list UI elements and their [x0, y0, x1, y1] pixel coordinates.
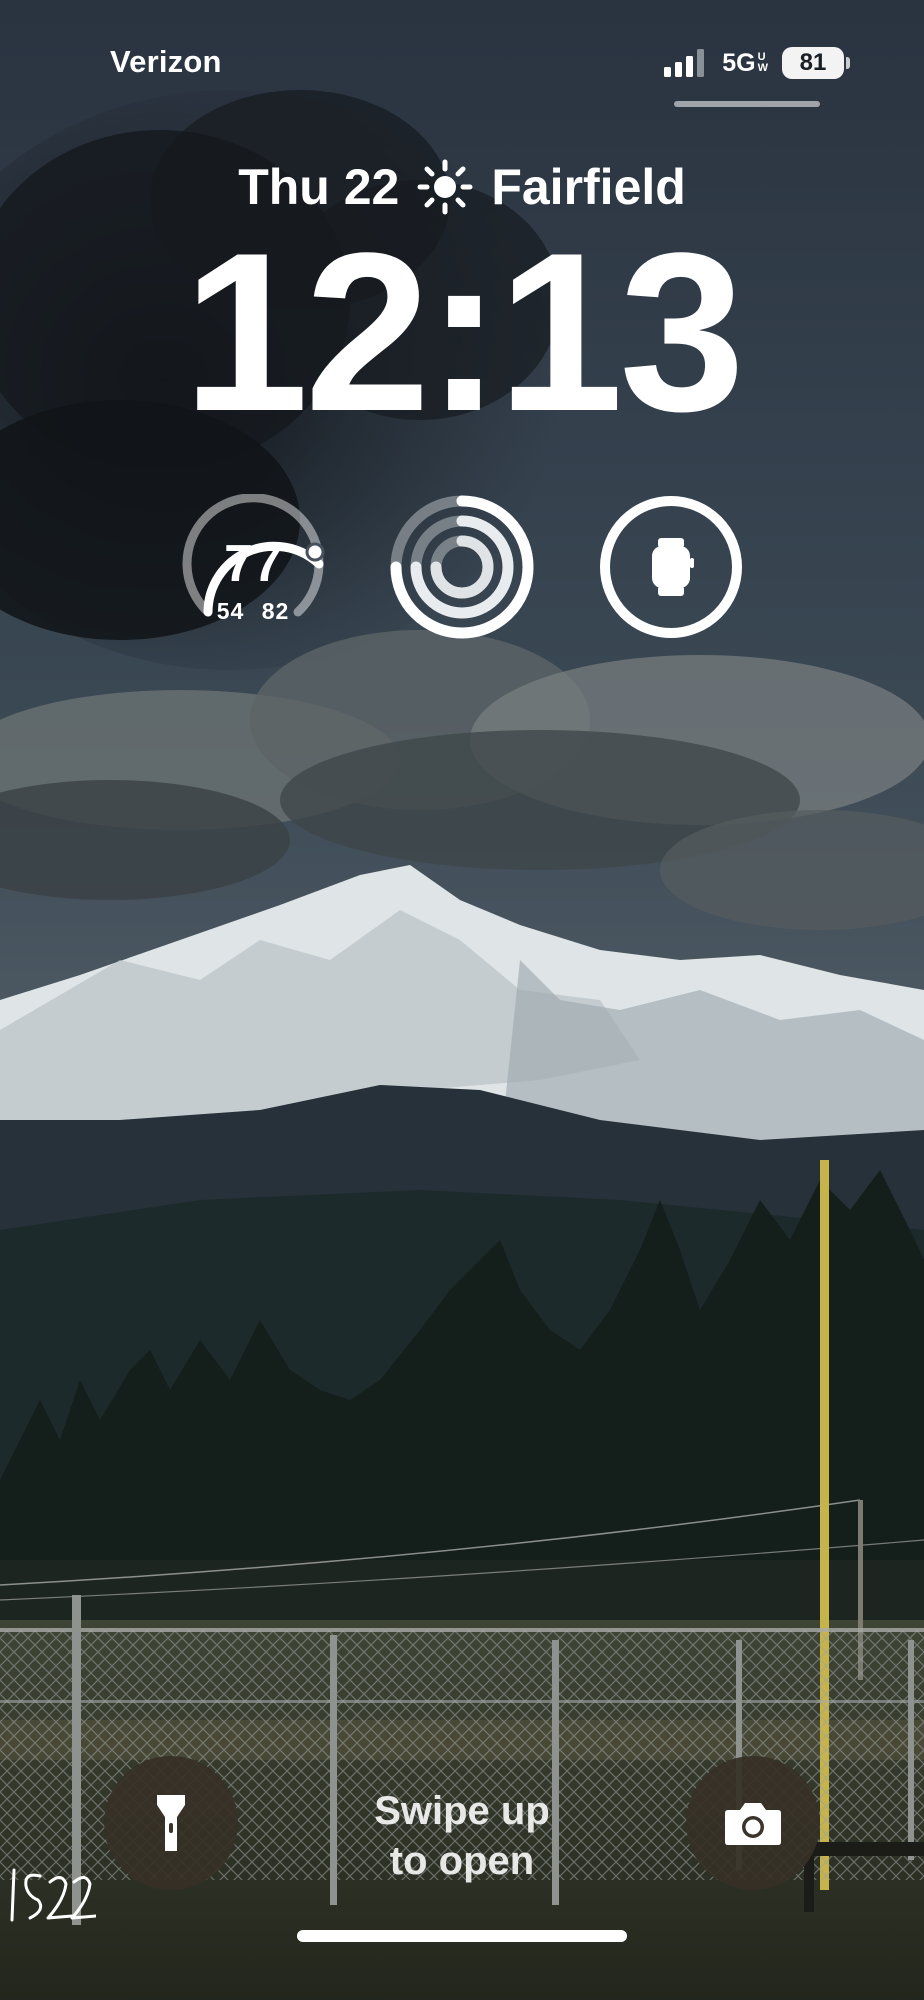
current-temperature: 77	[224, 535, 282, 593]
activity-rings-icon	[390, 495, 534, 639]
weather-widget[interactable]: 77 54 82	[180, 494, 326, 640]
camera-icon	[725, 1803, 781, 1845]
low-temperature: 54	[216, 598, 245, 624]
lock-screen-clock[interactable]: 12:13	[0, 219, 924, 445]
network-suffix-bottom: W	[757, 61, 768, 74]
network-label: 5G	[722, 48, 756, 77]
watch-battery-widget[interactable]	[598, 494, 744, 640]
signal-strength-icon	[664, 49, 705, 77]
temperature-range: 54 82	[180, 598, 326, 625]
home-indicator[interactable]	[297, 1930, 627, 1942]
battery-cap	[846, 57, 850, 69]
signature-watermark	[10, 1868, 96, 1922]
status-indicators: 5G U W 81	[664, 44, 850, 82]
control-center-grabber[interactable]	[674, 101, 820, 107]
network-type: 5G U W	[722, 49, 768, 78]
camera-button[interactable]	[686, 1756, 820, 1890]
carrier-label: Verizon	[110, 44, 222, 79]
activity-rings-widget[interactable]	[389, 494, 535, 640]
apple-watch-icon	[600, 496, 742, 638]
battery-percent: 81	[782, 47, 844, 79]
battery-indicator: 81	[782, 47, 850, 79]
network-suffix-top: U	[757, 50, 766, 63]
high-temperature: 82	[261, 598, 290, 624]
